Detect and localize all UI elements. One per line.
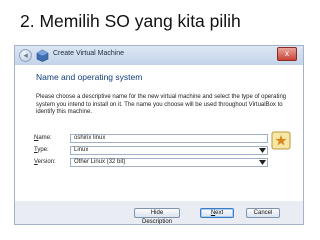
type-select[interactable]: Linux [70,146,268,155]
next-button[interactable]: Next [200,208,234,218]
create-vm-dialog: ◂ Create Virtual Machine x Name and oper… [14,45,304,225]
dialog-footer: Hide Description Next Cancel [15,201,303,224]
name-input-value: oshirix linux [74,135,106,141]
content-panel: Name and operating system Please choose … [15,65,303,201]
name-label-text: ame: [38,135,52,141]
hide-description-button[interactable]: Hide Description [134,208,180,224]
close-icon[interactable]: x [277,47,297,61]
window-titlebar: ◂ Create Virtual Machine x [15,46,303,66]
version-label-text: ersion: [37,159,56,165]
slide-title: 2. Memilih SO yang kita pilih [20,11,241,31]
page-heading: Name and operating system [36,72,143,82]
other-os-icon [271,131,291,150]
version-select[interactable]: Other Linux (32 bit) [70,158,268,167]
window-title: Create Virtual Machine [53,50,125,57]
version-label: Version: [34,159,56,165]
type-label: Type: [34,147,49,153]
cancel-button[interactable]: Cancel [246,208,280,218]
version-select-value: Other Linux (32 bit) [74,159,126,165]
type-select-value: Linux [74,147,89,153]
virtualbox-icon [36,49,49,62]
name-label: Name: [34,135,52,141]
page-description: Please choose a descriptive name for the… [36,94,287,116]
name-input[interactable]: oshirix linux [70,134,268,143]
next-button-label: ext [215,210,224,216]
back-arrow-icon[interactable]: ◂ [19,49,32,62]
chevron-down-icon [259,148,266,153]
chevron-down-icon [259,160,266,165]
type-label-text: ype: [37,147,49,153]
